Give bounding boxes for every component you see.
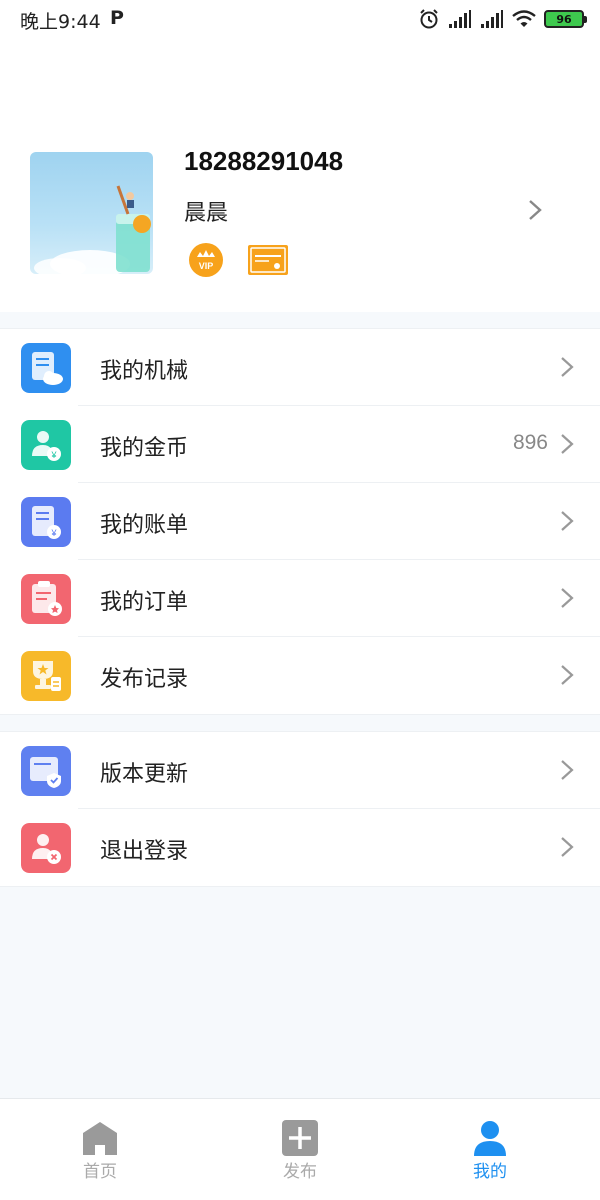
user-icon [474, 1121, 506, 1156]
menu-label: 我的金币 [100, 436, 189, 461]
chevron-right-icon [561, 588, 574, 608]
menu-item-version-update[interactable]: 版本更新 [0, 732, 600, 809]
alarm-icon [420, 9, 438, 29]
menu-group-system: 版本更新 退出登录 [0, 731, 600, 887]
menu-label: 我的账单 [100, 513, 189, 538]
coins-icon: ¥ [21, 420, 71, 470]
signal-icon [449, 10, 471, 28]
menu-item-my-coins[interactable]: ¥ 我的金币 896 [0, 406, 600, 483]
coins-count: 896 [512, 431, 548, 454]
menu-item-publish-records[interactable]: 发布记录 [0, 637, 600, 714]
menu-item-logout[interactable]: 退出登录 [0, 809, 600, 886]
chevron-right-icon [561, 837, 574, 857]
order-icon [21, 574, 71, 624]
nav-label: 首页 [83, 1162, 117, 1182]
svg-text:¥: ¥ [50, 450, 57, 460]
status-icons: 96 [418, 6, 587, 32]
menu-group-account: 我的机械 ¥ 我的金币 896 ¥ 我的账单 我的订单 发布记录 [0, 328, 600, 715]
machinery-icon [21, 343, 71, 393]
bottom-nav: 首页 发布 我的 [0, 1098, 600, 1200]
nickname: 晨晨 [184, 201, 229, 226]
menu-item-my-bills[interactable]: ¥ 我的账单 [0, 483, 600, 560]
menu-label: 我的机械 [100, 359, 189, 384]
nav-tab-publish[interactable]: 发布 [200, 1099, 400, 1200]
avatar[interactable] [30, 152, 153, 274]
wifi-icon [512, 10, 536, 27]
chevron-right-icon [561, 434, 574, 454]
home-icon [83, 1122, 117, 1155]
status-time: 晚上9:44 [20, 11, 101, 33]
menu-label: 发布记录 [100, 667, 189, 692]
nav-tab-mine[interactable]: 我的 [390, 1099, 590, 1200]
vip-badge-icon[interactable]: VIP [188, 242, 224, 278]
phone-number: 18288291048 [184, 146, 344, 176]
logout-icon [21, 823, 71, 873]
battery-icon: 96 [544, 10, 587, 28]
avatar-image [34, 185, 151, 274]
svg-text:¥: ¥ [50, 528, 57, 538]
chevron-right-icon[interactable] [526, 198, 544, 222]
profile-header[interactable]: 18288291048 晨晨 VIP [0, 38, 600, 312]
nav-label: 发布 [283, 1162, 317, 1182]
chevron-right-icon [561, 760, 574, 780]
menu-item-my-machinery[interactable]: 我的机械 [0, 329, 600, 406]
chevron-right-icon [561, 511, 574, 531]
menu-label: 我的订单 [100, 590, 189, 615]
status-bar: 晚上9:44 P 96 [0, 0, 600, 38]
notification-p-icon: P [110, 7, 124, 29]
chevron-right-icon [561, 665, 574, 685]
publish-record-icon [21, 651, 71, 701]
menu-item-my-orders[interactable]: 我的订单 [0, 560, 600, 637]
svg-text:VIP: VIP [199, 261, 214, 271]
plus-icon [282, 1120, 318, 1156]
chevron-right-icon [561, 357, 574, 377]
nav-label: 我的 [473, 1162, 507, 1182]
version-update-icon [21, 746, 71, 796]
bill-icon: ¥ [21, 497, 71, 547]
card-badge-icon[interactable] [247, 244, 289, 276]
menu-label: 版本更新 [100, 762, 189, 787]
menu-label: 退出登录 [100, 839, 189, 864]
nav-tab-home[interactable]: 首页 [0, 1099, 200, 1200]
signal-icon [481, 10, 503, 28]
